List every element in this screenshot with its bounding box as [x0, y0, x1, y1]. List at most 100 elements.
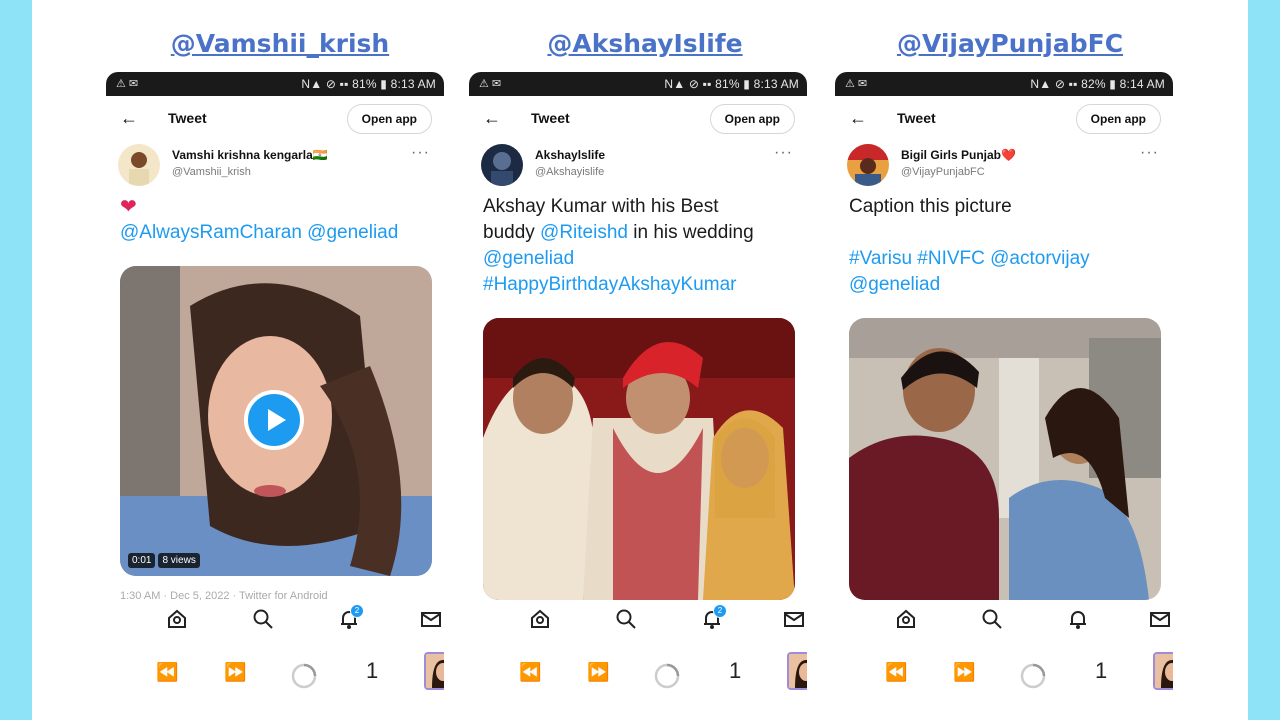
- more-options-icon[interactable]: ···: [1140, 144, 1159, 162]
- tweet-text: ❤ @AlwaysRamCharan @geneliad: [106, 194, 444, 246]
- hashtag-birthday[interactable]: #HappyBirthdayAkshayKumar: [483, 272, 793, 298]
- tweet-text: Akshay Kumar with his Best buddy @Riteis…: [469, 194, 807, 298]
- tab-count[interactable]: 1: [366, 658, 378, 684]
- tweet-author: Bigil Girls Punjab❤️ @VijayPunjabFC ···: [835, 142, 1173, 194]
- fast-forward-icon[interactable]: ⏩: [953, 662, 975, 683]
- author-name[interactable]: Akshaylslife: [535, 148, 605, 162]
- status-bar: ⚠ ✉ N▲ ⊘ ▪▪ 82% ▮ 8:14 AM: [835, 72, 1173, 96]
- messages-icon[interactable]: [1147, 608, 1173, 634]
- status-left: ⚠ ✉: [116, 78, 139, 90]
- rewind-icon[interactable]: ⏪: [519, 662, 541, 683]
- author-name[interactable]: Bigil Girls Punjab❤️: [901, 148, 1016, 162]
- bottom-nav: 2: [469, 600, 807, 644]
- mention-riteishd[interactable]: @Riteishd: [540, 222, 628, 243]
- system-bar: ⏪ ⏩ 1: [469, 644, 807, 704]
- tweet-header: ← Tweet Open app: [106, 96, 444, 142]
- avatar[interactable]: [118, 144, 160, 186]
- tweet-video[interactable]: 0:01 8 views: [120, 266, 432, 576]
- author-handle[interactable]: @VijayPunjabFC: [901, 166, 985, 178]
- profile-thumbnail[interactable]: [787, 652, 807, 690]
- status-bar: ⚠ ✉ N▲ ⊘ ▪▪ 81% ▮ 8:13 AM: [106, 72, 444, 96]
- tweet-hashtags[interactable]: #Varisu #NIVFC @actorvijay: [849, 246, 1159, 272]
- author-handle[interactable]: @Akshayislife: [535, 166, 604, 178]
- loading-icon: [1019, 662, 1047, 695]
- tweet-image[interactable]: [483, 318, 795, 600]
- open-app-button[interactable]: Open app: [709, 104, 795, 134]
- tab-count[interactable]: 1: [1095, 658, 1107, 684]
- search-icon[interactable]: [979, 608, 1005, 634]
- search-icon[interactable]: [250, 608, 276, 634]
- tweet-title: Tweet: [531, 110, 570, 126]
- more-options-icon[interactable]: ···: [774, 144, 793, 162]
- back-arrow-icon[interactable]: ←: [849, 108, 867, 129]
- bottom-nav: 2: [106, 600, 444, 644]
- search-icon[interactable]: [613, 608, 639, 634]
- rewind-icon[interactable]: ⏪: [156, 662, 178, 683]
- back-arrow-icon[interactable]: ←: [483, 108, 501, 129]
- fast-forward-icon[interactable]: ⏩: [587, 662, 609, 683]
- mention-geneliad[interactable]: @geneliad: [483, 246, 793, 272]
- loading-icon: [290, 662, 318, 695]
- messages-icon[interactable]: [418, 608, 444, 634]
- status-right: N▲ ⊘ ▪▪ 82% ▮ 8:14 AM: [1030, 77, 1165, 91]
- tweet-line-2: buddy @Riteishd in his wedding: [483, 220, 793, 246]
- author-name[interactable]: Vamshi krishna kengarla🇮🇳: [172, 148, 328, 162]
- home-icon[interactable]: [527, 608, 553, 634]
- handle-akshay[interactable]: @AkshayIslife: [475, 24, 815, 64]
- status-left: ⚠ ✉: [845, 78, 868, 90]
- tweet-text: Caption this picture #Varisu #NIVFC @act…: [835, 194, 1173, 298]
- status-right: N▲ ⊘ ▪▪ 81% ▮ 8:13 AM: [664, 77, 799, 91]
- phone-2: ⚠ ✉ N▲ ⊘ ▪▪ 81% ▮ 8:13 AM ← Tweet Open a…: [469, 72, 807, 712]
- tweet-header: ← Tweet Open app: [469, 96, 807, 142]
- tweet-mentions[interactable]: @AlwaysRamCharan @geneliad: [120, 220, 430, 246]
- profile-thumbnail[interactable]: [424, 652, 444, 690]
- status-right: N▲ ⊘ ▪▪ 81% ▮ 8:13 AM: [301, 77, 436, 91]
- tab-count[interactable]: 1: [729, 658, 741, 684]
- home-icon[interactable]: [893, 608, 919, 634]
- tweet-text-segment: buddy: [483, 222, 541, 243]
- handle-vijay[interactable]: @VijayPunjabFC: [840, 24, 1180, 64]
- notification-badge: 2: [350, 604, 364, 618]
- phone-1: ⚠ ✉ N▲ ⊘ ▪▪ 81% ▮ 8:13 AM ← Tweet Open a…: [106, 72, 444, 712]
- notification-badge: 2: [713, 604, 727, 618]
- avatar[interactable]: [847, 144, 889, 186]
- notifications-icon[interactable]: 2: [336, 604, 364, 634]
- heart-emoji: ❤: [120, 196, 137, 218]
- status-bar: ⚠ ✉ N▲ ⊘ ▪▪ 81% ▮ 8:13 AM: [469, 72, 807, 96]
- open-app-button[interactable]: Open app: [346, 104, 432, 134]
- mention-geneliad[interactable]: @geneliad: [849, 272, 1159, 298]
- open-app-button[interactable]: Open app: [1075, 104, 1161, 134]
- notifications-icon[interactable]: [1065, 608, 1091, 634]
- tweet-line-1: Akshay Kumar with his Best: [483, 196, 719, 217]
- tweet-image[interactable]: [849, 318, 1161, 600]
- messages-icon[interactable]: [781, 608, 807, 634]
- video-views: 8 views: [158, 553, 200, 568]
- phone-3: ⚠ ✉ N▲ ⊘ ▪▪ 82% ▮ 8:14 AM ← Tweet Open a…: [835, 72, 1173, 712]
- fast-forward-icon[interactable]: ⏩: [224, 662, 246, 683]
- video-duration: 0:01: [128, 553, 156, 568]
- tweet-author: Vamshi krishna kengarla🇮🇳 @Vamshii_krish…: [106, 142, 444, 194]
- tweet-line-1: Caption this picture: [849, 196, 1012, 217]
- tweet-title: Tweet: [897, 110, 936, 126]
- more-options-icon[interactable]: ···: [411, 144, 430, 162]
- home-icon[interactable]: [164, 608, 190, 634]
- system-bar: ⏪ ⏩ 1: [835, 644, 1173, 704]
- video-badges: 0:01 8 views: [128, 553, 203, 568]
- status-left: ⚠ ✉: [479, 78, 502, 90]
- loading-icon: [653, 662, 681, 695]
- tweet-author: Akshaylslife @Akshayislife ···: [469, 142, 807, 194]
- handle-vamshii[interactable]: @Vamshii_krish: [110, 24, 450, 64]
- back-arrow-icon[interactable]: ←: [120, 108, 138, 129]
- profile-thumbnail[interactable]: [1153, 652, 1173, 690]
- tweet-text-segment: in his wedding: [627, 222, 754, 243]
- screenshot-frame: @Vamshii_krish @AkshayIslife @VijayPunja…: [32, 0, 1248, 720]
- avatar[interactable]: [481, 144, 523, 186]
- tweet-header: ← Tweet Open app: [835, 96, 1173, 142]
- play-button[interactable]: [244, 390, 304, 450]
- author-handle[interactable]: @Vamshii_krish: [172, 166, 251, 178]
- bottom-nav: [835, 600, 1173, 644]
- notifications-icon[interactable]: 2: [699, 604, 727, 634]
- rewind-icon[interactable]: ⏪: [885, 662, 907, 683]
- system-bar: ⏪ ⏩ 1: [106, 644, 444, 704]
